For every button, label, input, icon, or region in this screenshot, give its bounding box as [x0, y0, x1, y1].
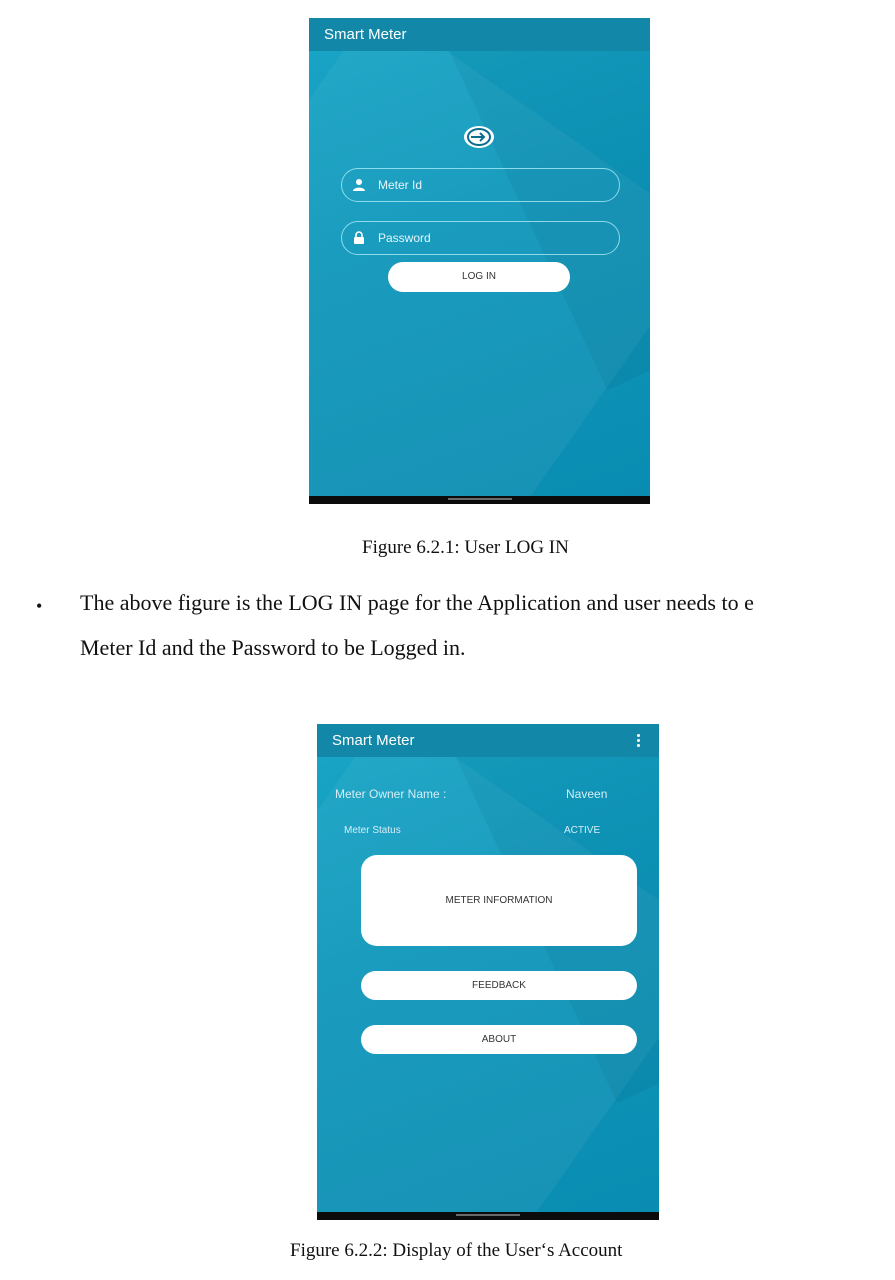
figure1-caption: Figure 6.2.1: User LOG IN — [362, 537, 569, 558]
meter-id-field[interactable]: Meter Id — [341, 168, 620, 202]
person-icon — [352, 178, 366, 192]
bullet-point: • — [36, 596, 43, 616]
feedback-button[interactable]: FEEDBACK — [361, 971, 637, 1000]
account-nav-bar — [317, 1212, 659, 1220]
login-app-title: Smart Meter — [324, 26, 407, 43]
owner-value: Naveen — [566, 787, 608, 801]
login-button[interactable]: LOG IN — [388, 262, 570, 292]
paragraph-line-1: The above figure is the LOG IN page for … — [80, 590, 754, 615]
password-placeholder: Password — [378, 231, 431, 245]
status-value: ACTIVE — [564, 825, 601, 836]
login-button-label: LOG IN — [462, 271, 496, 282]
owner-label: Meter Owner Name : — [335, 787, 447, 801]
login-screenshot: Smart Meter Meter Id Password LOG IN — [309, 18, 650, 504]
figure2-caption: Figure 6.2.2: Display of the User‘s Acco… — [290, 1240, 623, 1261]
meter-information-label: METER INFORMATION — [445, 895, 553, 906]
lock-icon — [352, 231, 366, 245]
about-button[interactable]: ABOUT — [361, 1025, 637, 1054]
feedback-label: FEEDBACK — [472, 980, 526, 991]
login-nav-bar — [309, 496, 650, 504]
paragraph-line-2: Meter Id and the Password to be Logged i… — [80, 635, 466, 660]
login-arrow-icon — [462, 124, 496, 150]
meter-id-placeholder: Meter Id — [378, 178, 423, 192]
login-app-bar: Smart Meter — [309, 18, 650, 51]
overflow-menu-icon[interactable] — [637, 734, 641, 749]
status-label: Meter Status — [344, 825, 401, 836]
password-field[interactable]: Password — [341, 221, 620, 255]
account-app-title: Smart Meter — [332, 732, 415, 749]
account-screenshot: Smart Meter Meter Owner Name : Naveen Me… — [317, 724, 659, 1220]
meter-information-button[interactable]: METER INFORMATION — [361, 855, 637, 946]
account-app-bar: Smart Meter — [317, 724, 659, 757]
about-label: ABOUT — [481, 1034, 517, 1045]
